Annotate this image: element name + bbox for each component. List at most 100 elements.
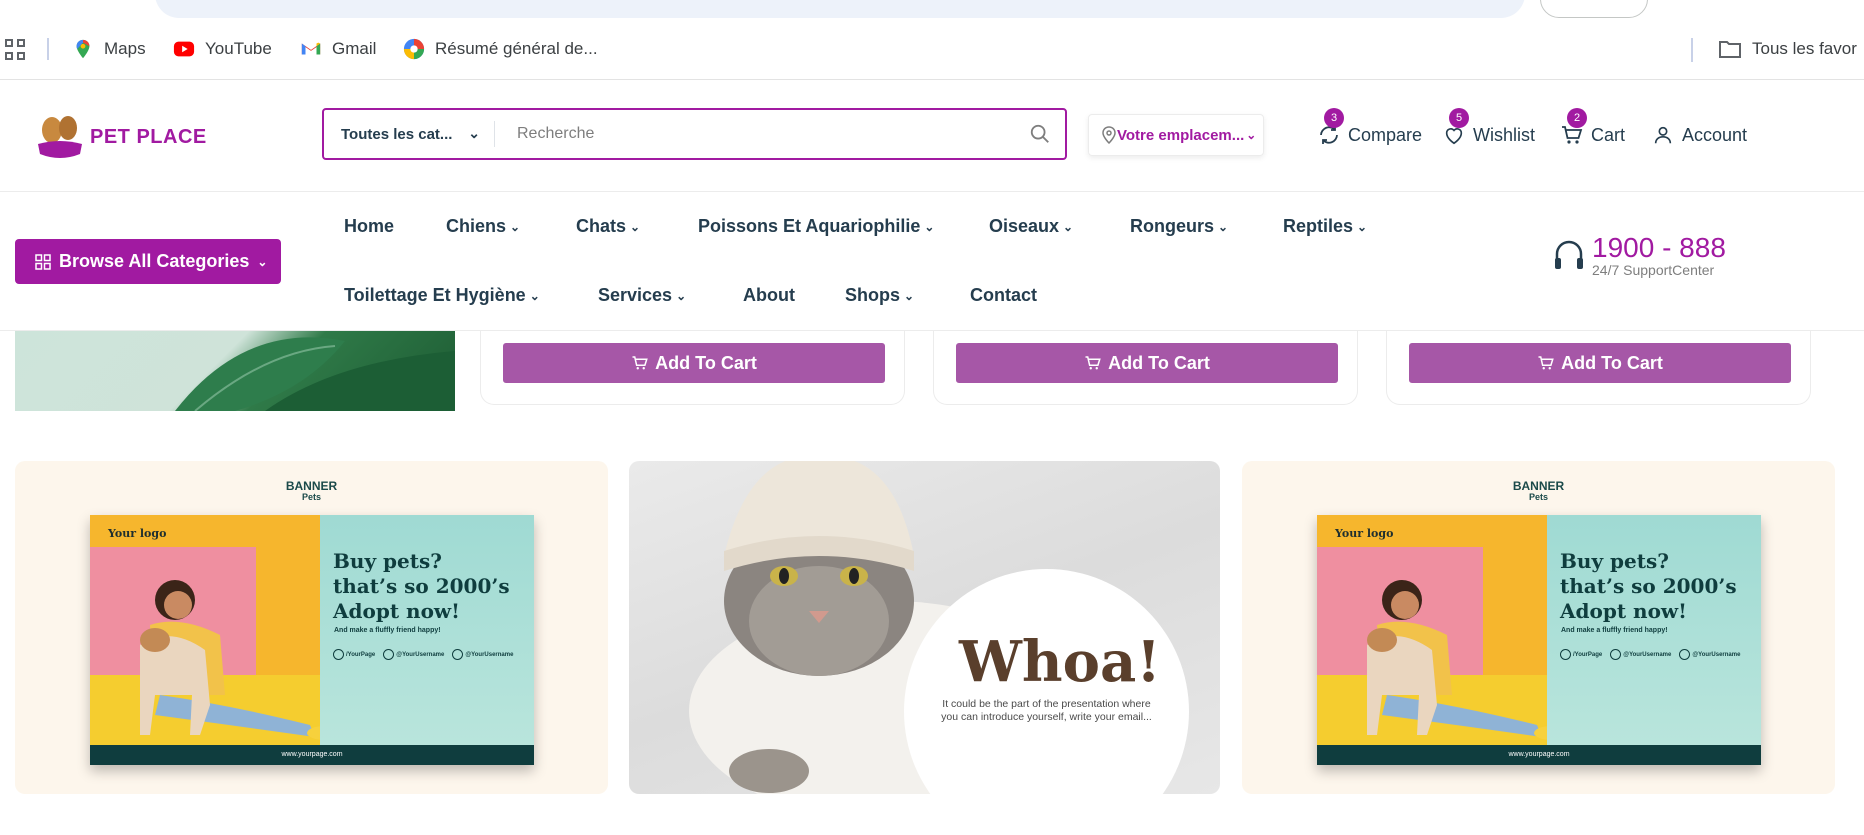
apps-grid-icon[interactable] bbox=[5, 39, 27, 61]
facebook-link: /YourPage bbox=[333, 649, 375, 660]
account-link[interactable]: Account bbox=[1650, 122, 1747, 148]
twitter-icon bbox=[383, 649, 395, 660]
twitter-icon bbox=[1610, 649, 1622, 660]
nav-item-reptiles[interactable]: Reptiles ⌄ bbox=[1283, 216, 1367, 237]
cart-icon bbox=[1538, 356, 1554, 370]
social-label: /YourPage bbox=[1573, 651, 1603, 658]
poster-social-links: /YourPage @YourUsername @YourUsername bbox=[333, 649, 513, 660]
chevron-down-icon: ⌄ bbox=[676, 288, 687, 303]
browser-toolbar bbox=[0, 0, 1864, 22]
add-to-cart-label: Add To Cart bbox=[1108, 352, 1210, 373]
instagram-icon bbox=[1679, 649, 1691, 660]
promo-banner[interactable]: BANNER Pets Your logo Buy pets? that’s s… bbox=[15, 461, 608, 794]
bookmarks-separator bbox=[1691, 38, 1693, 62]
chevron-down-icon: ⌄ bbox=[630, 219, 641, 234]
poster-headline: Buy pets? that’s so 2000’s Adopt now! bbox=[1560, 549, 1755, 624]
all-bookmarks-button[interactable]: Tous les favor bbox=[1718, 38, 1857, 60]
nav-item-services[interactable]: Services ⌄ bbox=[598, 285, 686, 306]
nav-item-rongeurs[interactable]: Rongeurs ⌄ bbox=[1130, 216, 1228, 237]
bookmark-resume[interactable]: Résumé général de... bbox=[403, 38, 598, 60]
bookmark-label: YouTube bbox=[205, 39, 272, 58]
nav-item-chats[interactable]: Chats ⌄ bbox=[576, 216, 640, 237]
nav-item-poissons[interactable]: Poissons Et Aquariophilie ⌄ bbox=[698, 216, 934, 237]
compare-label: Compare bbox=[1348, 124, 1423, 145]
support-number: 1900 - 888 bbox=[1592, 232, 1726, 263]
compare-link[interactable]: 3 Compare bbox=[1316, 108, 1423, 148]
bookmarks-bar: Maps YouTube Gmail Résumé général de... … bbox=[0, 30, 1864, 68]
color-wheel-icon bbox=[403, 38, 425, 60]
promo-banner[interactable]: BANNER Pets Your logo Buy pets? that’s s… bbox=[1242, 461, 1835, 794]
bookmark-youtube[interactable]: YouTube bbox=[173, 38, 272, 60]
add-to-cart-button[interactable]: Add To Cart bbox=[503, 343, 885, 383]
location-value: Votre emplacem... bbox=[1117, 126, 1245, 144]
product-card: Add To Cart bbox=[1386, 331, 1811, 405]
chevron-down-icon: ⌄ bbox=[1246, 128, 1257, 142]
nav-item-oiseaux[interactable]: Oiseaux ⌄ bbox=[989, 216, 1073, 237]
banner-title: BANNER Pets bbox=[1242, 479, 1835, 503]
location-select[interactable]: Votre emplacem... ⌄ bbox=[1088, 114, 1264, 156]
nav-item-contact[interactable]: Contact bbox=[970, 285, 1037, 306]
wishlist-count-badge: 5 bbox=[1449, 108, 1469, 128]
bookmark-maps[interactable]: Maps bbox=[72, 38, 146, 60]
logo-text: PET PLACE bbox=[90, 125, 207, 148]
wishlist-link[interactable]: 5 Wishlist bbox=[1441, 108, 1535, 148]
bookmarks-separator bbox=[47, 38, 49, 60]
main-content: Add To Cart Add To Cart Add To Cart BANN… bbox=[0, 331, 1864, 835]
social-label: @YourUsername bbox=[396, 651, 445, 658]
add-to-cart-label: Add To Cart bbox=[655, 352, 757, 373]
twitter-link: @YourUsername bbox=[383, 649, 444, 660]
user-icon bbox=[1654, 126, 1672, 144]
support-label: 24/7 SupportCenter bbox=[1592, 262, 1715, 278]
poster-headline: Buy pets? that’s so 2000’s Adopt now! bbox=[333, 549, 528, 624]
nav-item-toilettage[interactable]: Toilettage Et Hygiène ⌄ bbox=[344, 285, 540, 306]
poster-headline-line: Buy pets? bbox=[1560, 549, 1669, 573]
add-to-cart-button[interactable]: Add To Cart bbox=[1409, 343, 1791, 383]
search-button[interactable] bbox=[1015, 110, 1065, 158]
leaf-illustration bbox=[175, 337, 455, 411]
add-to-cart-label: Add To Cart bbox=[1561, 352, 1663, 373]
browse-categories-button[interactable]: Browse All Categories ⌄ bbox=[15, 239, 281, 284]
nav-item-chiens[interactable]: Chiens ⌄ bbox=[446, 216, 520, 237]
add-to-cart-button[interactable]: Add To Cart bbox=[956, 343, 1338, 383]
cat-banner[interactable]: Whoa! It could be the part of the presen… bbox=[629, 461, 1220, 794]
address-bar[interactable] bbox=[155, 0, 1525, 18]
chevron-down-icon: ⌄ bbox=[1357, 219, 1368, 234]
account-label: Account bbox=[1682, 124, 1748, 145]
wishlist-label: Wishlist bbox=[1473, 124, 1535, 145]
nav-label: Home bbox=[344, 216, 395, 236]
nav-item-about[interactable]: About bbox=[743, 285, 795, 306]
bookmark-label: Gmail bbox=[332, 39, 377, 58]
cart-icon bbox=[632, 356, 648, 370]
nav-label: Rongeurs bbox=[1130, 216, 1215, 236]
search-input[interactable] bbox=[495, 110, 1015, 158]
nav-item-home[interactable]: Home bbox=[344, 216, 394, 237]
nav-item-shops[interactable]: Shops ⌄ bbox=[845, 285, 914, 306]
category-select-value: Toutes les cat... bbox=[341, 125, 453, 143]
cart-link[interactable]: 2 Cart bbox=[1559, 108, 1625, 148]
banner-title-text: BANNER bbox=[1512, 479, 1565, 493]
social-label: /YourPage bbox=[346, 651, 376, 658]
headset-icon bbox=[1555, 240, 1583, 269]
all-bookmarks-label: Tous les favor bbox=[1752, 39, 1857, 58]
youtube-icon bbox=[173, 41, 195, 57]
poster-headline-line: Adopt now! bbox=[333, 599, 460, 623]
category-select[interactable]: Toutes les cat... ⌄ bbox=[324, 110, 494, 158]
nav-label: Chiens bbox=[446, 216, 507, 236]
search-icon bbox=[1030, 124, 1049, 143]
poster-logo-text: Your logo bbox=[108, 527, 167, 540]
pet-logo-icon bbox=[38, 116, 82, 158]
profile-button[interactable] bbox=[1540, 0, 1648, 18]
instagram-link: @YourUsername bbox=[452, 649, 513, 660]
banner-poster: Your logo Buy pets? that’s so 2000’s Ado… bbox=[1317, 515, 1761, 765]
bookmark-gmail[interactable]: Gmail bbox=[300, 38, 376, 60]
folder-icon bbox=[1719, 41, 1741, 58]
banner-title: BANNER Pets bbox=[15, 480, 608, 503]
facebook-link: /YourPage bbox=[1560, 649, 1602, 660]
poster-social-links: /YourPage @YourUsername @YourUsername bbox=[1560, 649, 1740, 660]
whoa-title: Whoa! bbox=[959, 629, 1161, 695]
chevron-down-icon: ⌄ bbox=[924, 219, 935, 234]
site-logo[interactable]: PET PLACE bbox=[36, 114, 207, 160]
banner-poster: Your logo Buy pets? that’s so 2000’s Ado… bbox=[90, 515, 534, 765]
chevron-down-icon: ⌄ bbox=[510, 219, 521, 234]
bookmark-label: Résumé général de... bbox=[435, 39, 598, 58]
